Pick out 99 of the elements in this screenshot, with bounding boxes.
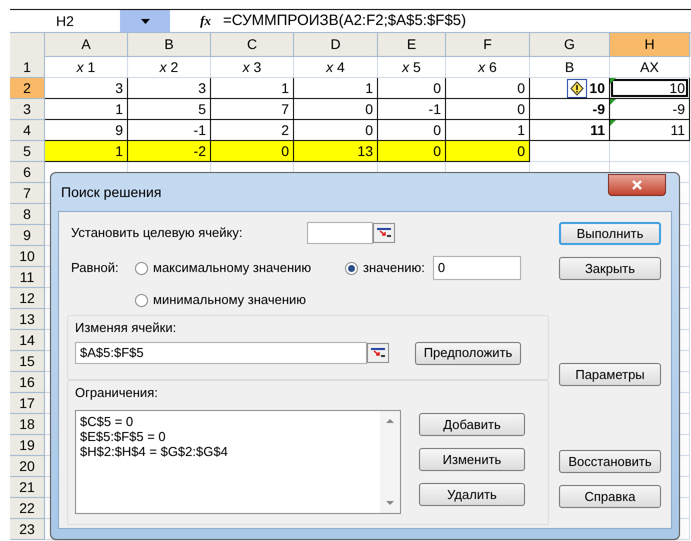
caret-icon <box>140 18 150 24</box>
table-cell[interactable]: 0 <box>294 99 378 120</box>
table-cell[interactable]: 3 <box>45 78 128 99</box>
table-cell[interactable]: 7 <box>211 99 294 120</box>
row-header[interactable]: 15 <box>10 351 45 372</box>
table-cell[interactable]: x 3 <box>211 57 294 78</box>
column-header[interactable]: A <box>45 33 128 57</box>
row-header[interactable]: 10 <box>10 246 45 267</box>
row-header[interactable]: 12 <box>10 288 45 309</box>
range-picker-icon[interactable] <box>367 343 389 363</box>
column-header[interactable]: B <box>128 33 211 57</box>
row-header[interactable]: 21 <box>10 477 45 498</box>
table-cell[interactable]: 11 <box>530 120 610 141</box>
close-button[interactable] <box>608 174 666 196</box>
column-header[interactable]: D <box>294 33 378 57</box>
row-header[interactable]: 6 <box>10 162 45 183</box>
equal-label: Равной: <box>71 259 120 278</box>
dialog-title: Поиск решения <box>61 182 162 202</box>
table-cell[interactable]: 11 <box>610 120 690 141</box>
table-cell[interactable]: 0 <box>446 99 530 120</box>
table-cell[interactable]: -2 <box>128 141 211 162</box>
constraint-item[interactable]: $C$5 = 0 <box>80 414 380 429</box>
table-cell[interactable]: -1 <box>378 99 446 120</box>
table-cell[interactable]: 0 <box>211 141 294 162</box>
table-cell[interactable] <box>610 141 690 162</box>
table-cell[interactable]: x 4 <box>294 57 378 78</box>
table-cell[interactable]: 10 <box>530 78 610 99</box>
row-header[interactable]: 14 <box>10 330 45 351</box>
dialog-button[interactable]: Закрыть <box>559 257 661 280</box>
table-cell[interactable]: AX <box>610 57 690 78</box>
table-cell[interactable]: 1 <box>45 99 128 120</box>
table-cell[interactable]: x 6 <box>446 57 530 78</box>
table-cell[interactable]: x 5 <box>378 57 446 78</box>
table-cell[interactable]: -9 <box>610 99 690 120</box>
row-header[interactable]: 17 <box>10 393 45 414</box>
changing-cells-label: Изменяя ячейки: <box>75 319 178 337</box>
row-header[interactable]: 22 <box>10 498 45 519</box>
scroll-up-icon[interactable] <box>386 419 394 423</box>
dialog-button[interactable]: Предположить <box>415 342 521 364</box>
row-header[interactable]: 5 <box>10 141 45 162</box>
table-cell[interactable]: 0 <box>378 78 446 99</box>
target-cell-label: Установить целевую ячейку: <box>71 224 244 242</box>
table-cell[interactable]: -9 <box>530 99 610 120</box>
constraints-label: Ограничения: <box>75 384 159 402</box>
dialog-button[interactable]: Выполнить <box>559 222 661 245</box>
table-cell[interactable] <box>530 141 610 162</box>
constraints-list[interactable]: $C$5 = 0 $E$5:$F$5 = 0 $H$2:$H$4 = $G$2:$G$4 <box>75 410 401 514</box>
row-header[interactable]: 18 <box>10 414 45 435</box>
row-header[interactable]: 11 <box>10 267 45 288</box>
table-cell[interactable]: x 2 <box>128 57 211 78</box>
table-cell[interactable]: 1 <box>45 141 128 162</box>
row-header[interactable]: 13 <box>10 309 45 330</box>
changing-cells-field[interactable]: $A$5:$F$5 <box>75 342 367 364</box>
row-header[interactable]: 2 <box>10 78 45 99</box>
table-cell[interactable]: 0 <box>446 141 530 162</box>
constraint-item[interactable]: $E$5:$F$5 = 0 <box>80 429 380 444</box>
radio-option[interactable]: минимальному значению <box>135 291 549 309</box>
table-cell[interactable]: 0 <box>378 141 446 162</box>
row-header[interactable]: 9 <box>10 225 45 246</box>
dialog-button[interactable]: Параметры <box>559 363 661 386</box>
dialog-button[interactable]: Восстановить <box>559 450 661 473</box>
row-header[interactable]: 8 <box>10 204 45 225</box>
scroll-down-icon[interactable] <box>386 501 394 505</box>
radio-option[interactable]: значению: <box>345 258 425 278</box>
close-icon <box>632 180 642 190</box>
dialog-button[interactable]: Справка <box>559 485 661 508</box>
range-picker-icon[interactable] <box>373 223 395 243</box>
row-header[interactable]: 1 <box>10 57 45 78</box>
column-header[interactable]: E <box>378 33 446 57</box>
radio-option[interactable]: максимальному значению <box>135 258 345 278</box>
table-cell[interactable]: 5 <box>128 99 211 120</box>
dialog-button[interactable]: Добавить <box>419 413 525 436</box>
row-header[interactable]: 19 <box>10 435 45 456</box>
warning-icon[interactable] <box>567 79 587 98</box>
column-header[interactable]: C <box>211 33 294 57</box>
table-cell[interactable]: B <box>530 57 610 78</box>
row-header[interactable]: 23 <box>10 519 45 540</box>
dialog-button[interactable]: Изменить <box>419 448 525 471</box>
table-cell[interactable]: 1 <box>294 78 378 99</box>
dialog-button[interactable]: Удалить <box>419 483 525 506</box>
table-cell[interactable]: 13 <box>294 141 378 162</box>
row-header[interactable]: 4 <box>10 120 45 141</box>
row-header[interactable]: 3 <box>10 99 45 120</box>
constraint-item[interactable]: $H$2:$H$4 = $G$2:$G$4 <box>80 444 380 459</box>
target-cell-field[interactable] <box>307 222 373 244</box>
row-header[interactable]: 7 <box>10 183 45 204</box>
column-header[interactable]: F <box>446 33 530 57</box>
table-cell[interactable]: 3 <box>128 78 211 99</box>
value-field[interactable]: 0 <box>432 256 521 280</box>
table-cell[interactable]: 1 <box>211 78 294 99</box>
table-cell[interactable]: x 1 <box>45 57 128 78</box>
row-header[interactable]: 16 <box>10 372 45 393</box>
function-icon[interactable]: fx <box>200 11 211 31</box>
table-cell[interactable]: 0 <box>446 78 530 99</box>
row-header[interactable]: 20 <box>10 456 45 477</box>
formula-field[interactable]: =СУММПРОИЗВ(A2:F2;$A$5:$F$5) <box>215 10 691 32</box>
table-cell[interactable]: 10 <box>610 78 690 99</box>
column-header[interactable]: H <box>610 33 690 57</box>
name-box-dropdown[interactable] <box>120 10 170 32</box>
